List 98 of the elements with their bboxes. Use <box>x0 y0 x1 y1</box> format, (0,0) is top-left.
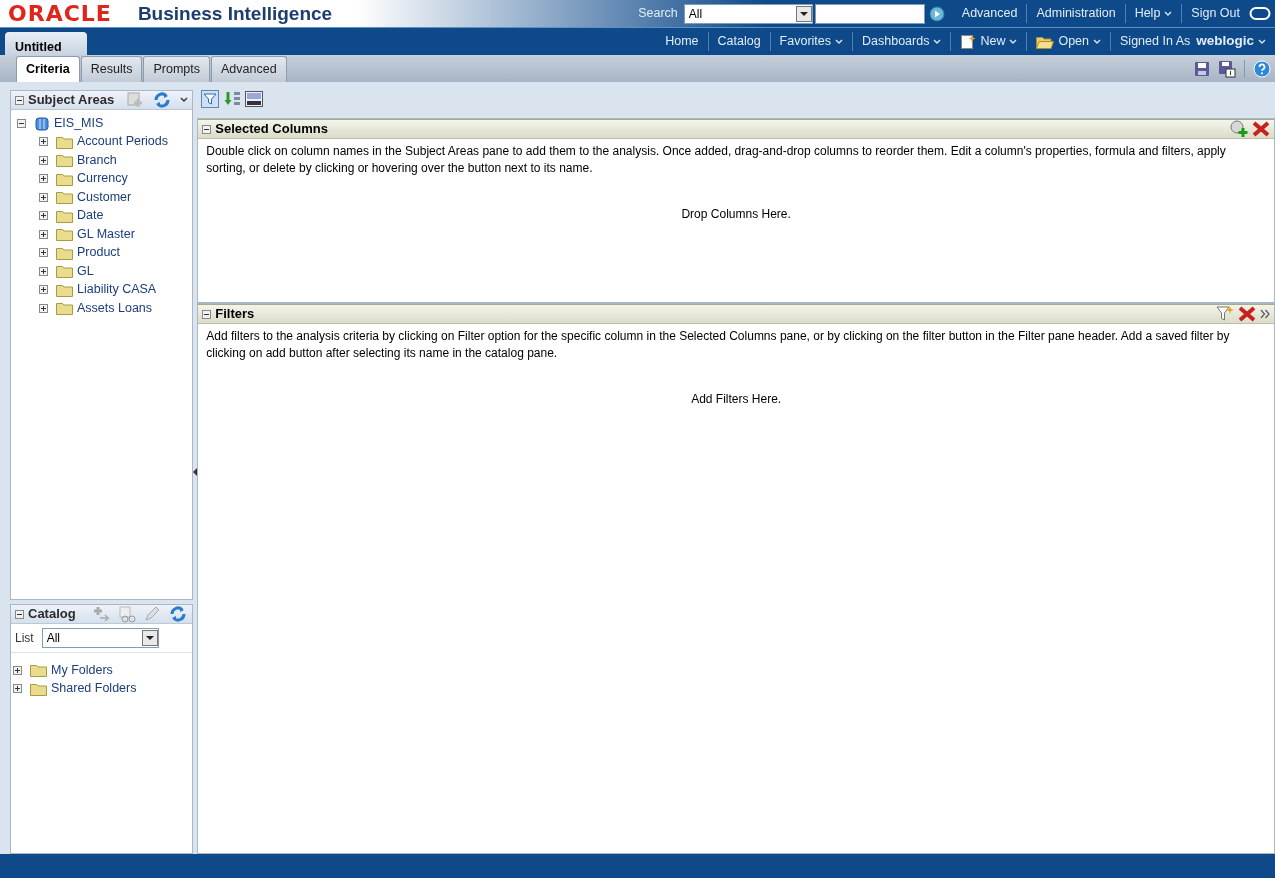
expand-chevron-icon[interactable] <box>1260 309 1270 319</box>
document-tab[interactable]: Untitled <box>5 32 87 55</box>
signed-in-label: Signed In As <box>1119 33 1192 51</box>
folder-icon <box>56 134 73 149</box>
pane-title: Subject Areas <box>28 91 115 110</box>
oracle-logo: ORACLE <box>7 0 112 28</box>
cube-icon <box>34 115 50 132</box>
folder-icon <box>56 227 73 242</box>
help-icon[interactable] <box>1253 59 1271 78</box>
header-link[interactable]: Help <box>1125 4 1183 23</box>
list-label: List <box>15 630 34 647</box>
nav-link[interactable]: Open <box>1027 32 1112 51</box>
tree-item[interactable]: Currency <box>77 169 128 189</box>
pane-title: Selected Columns <box>215 120 328 139</box>
tree-item[interactable]: My Folders <box>51 660 113 680</box>
expand-icon[interactable] <box>39 137 48 147</box>
nav-link[interactable]: Home <box>656 32 709 51</box>
add-column-icon[interactable] <box>1230 120 1248 138</box>
expand-icon[interactable] <box>15 95 24 105</box>
caret-icon <box>179 97 188 103</box>
expand-icon[interactable] <box>39 248 48 258</box>
tab[interactable]: Results <box>80 56 143 82</box>
expand-icon[interactable] <box>39 285 48 295</box>
pane-title: Filters <box>215 305 255 324</box>
pane-title: Catalog <box>28 605 76 624</box>
folder-icon <box>56 153 73 168</box>
header-link[interactable]: Advanced <box>952 4 1028 23</box>
new-document-icon <box>960 33 977 50</box>
expand-icon[interactable] <box>39 192 48 202</box>
caret-icon <box>933 38 942 45</box>
tree-item[interactable]: Date <box>77 206 104 226</box>
folder-icon <box>56 282 73 297</box>
folder-icon <box>30 681 47 696</box>
expand-icon[interactable] <box>15 609 24 619</box>
expand-icon[interactable] <box>202 124 212 134</box>
nav-link[interactable]: New <box>951 32 1028 51</box>
tree-item[interactable]: Customer <box>77 187 132 207</box>
folder-icon <box>30 663 47 678</box>
drop-zone-text: Add Filters Here. <box>691 392 782 406</box>
tree-item[interactable]: Product <box>77 243 121 263</box>
tab[interactable]: Advanced <box>211 56 287 82</box>
expand-icon[interactable] <box>39 229 48 239</box>
caret-icon <box>1258 38 1266 45</box>
expand-icon[interactable] <box>39 266 48 276</box>
search-scope-select[interactable]: All <box>683 3 813 24</box>
search-label: Search <box>637 5 679 23</box>
go-icon[interactable] <box>928 5 945 22</box>
delete-icon[interactable] <box>1252 120 1270 138</box>
logo-ring-icon <box>1249 5 1271 22</box>
nav-link[interactable]: Favorites <box>770 32 853 51</box>
folder-icon <box>56 171 73 186</box>
folder-icon <box>56 264 73 279</box>
search-field[interactable] <box>814 3 925 24</box>
tree-item[interactable]: GL Master <box>77 224 135 244</box>
help-text: Double click on column names in the Subject Areas pane to add them to the analysis. Once added, drag-and-drop columns to reorder them. Edit a column's properties, formula and filters, apply sorting, or delete by clicking or hovering over the button next to its name. <box>205 143 1227 177</box>
save-as-icon[interactable] <box>1218 59 1236 78</box>
expand-icon[interactable] <box>13 665 22 675</box>
expand-icon[interactable] <box>39 155 48 165</box>
caret-icon <box>1009 38 1018 45</box>
filter-icon[interactable] <box>201 90 220 108</box>
glasses-icon[interactable] <box>117 605 136 623</box>
folder-icon <box>56 301 73 316</box>
help-text: Add filters to the analysis criteria by clicking on Filter option for the specific column in the Selected Columns pane, or by clicking on the filter button in the Filter pane header. Add a saved filter by clicking on add button after selecting its name in the catalog pane. <box>205 328 1231 362</box>
tab[interactable]: Criteria <box>16 56 80 82</box>
nav-link[interactable]: Catalog <box>708 32 771 51</box>
caret-icon <box>835 38 843 45</box>
tree-item[interactable]: Account Periods <box>77 132 169 152</box>
list-select[interactable]: All <box>41 628 159 648</box>
user-menu[interactable]: weblogic <box>1196 31 1275 52</box>
add-filter-icon[interactable] <box>1216 305 1234 323</box>
caret-icon <box>1093 38 1102 45</box>
table-icon[interactable] <box>245 90 264 108</box>
nav-link[interactable]: Dashboards <box>853 32 952 51</box>
folder-icon <box>56 208 73 223</box>
save-icon[interactable] <box>1194 60 1210 77</box>
caret-icon <box>1164 10 1173 17</box>
header-link[interactable]: Administration <box>1027 4 1126 23</box>
collapse-arrow-icon[interactable] <box>193 468 197 476</box>
expand-icon[interactable] <box>202 309 212 319</box>
folder-icon <box>56 245 73 260</box>
tree-item[interactable]: Assets Loans <box>77 298 153 318</box>
tab[interactable]: Prompts <box>143 56 210 82</box>
expand-icon[interactable] <box>17 118 26 128</box>
expand-icon[interactable] <box>39 174 48 184</box>
product-title: Business Intelligence <box>137 1 333 26</box>
tree-item[interactable]: Liability CASA <box>77 280 157 300</box>
folder-icon <box>1036 34 1055 49</box>
tree-item[interactable]: Branch <box>77 150 117 170</box>
tree-item[interactable]: EIS_MIS <box>54 113 104 133</box>
header-link[interactable]: Sign Out <box>1182 4 1249 23</box>
delete-icon[interactable] <box>1238 305 1256 323</box>
expand-icon[interactable] <box>39 303 48 313</box>
expand-icon[interactable] <box>39 211 48 221</box>
folder-icon <box>56 190 73 205</box>
tree-item[interactable]: Shared Folders <box>51 679 137 699</box>
drop-zone-text: Drop Columns Here. <box>681 207 791 221</box>
expand-icon[interactable] <box>13 684 22 694</box>
tree-item[interactable]: GL <box>77 261 94 281</box>
